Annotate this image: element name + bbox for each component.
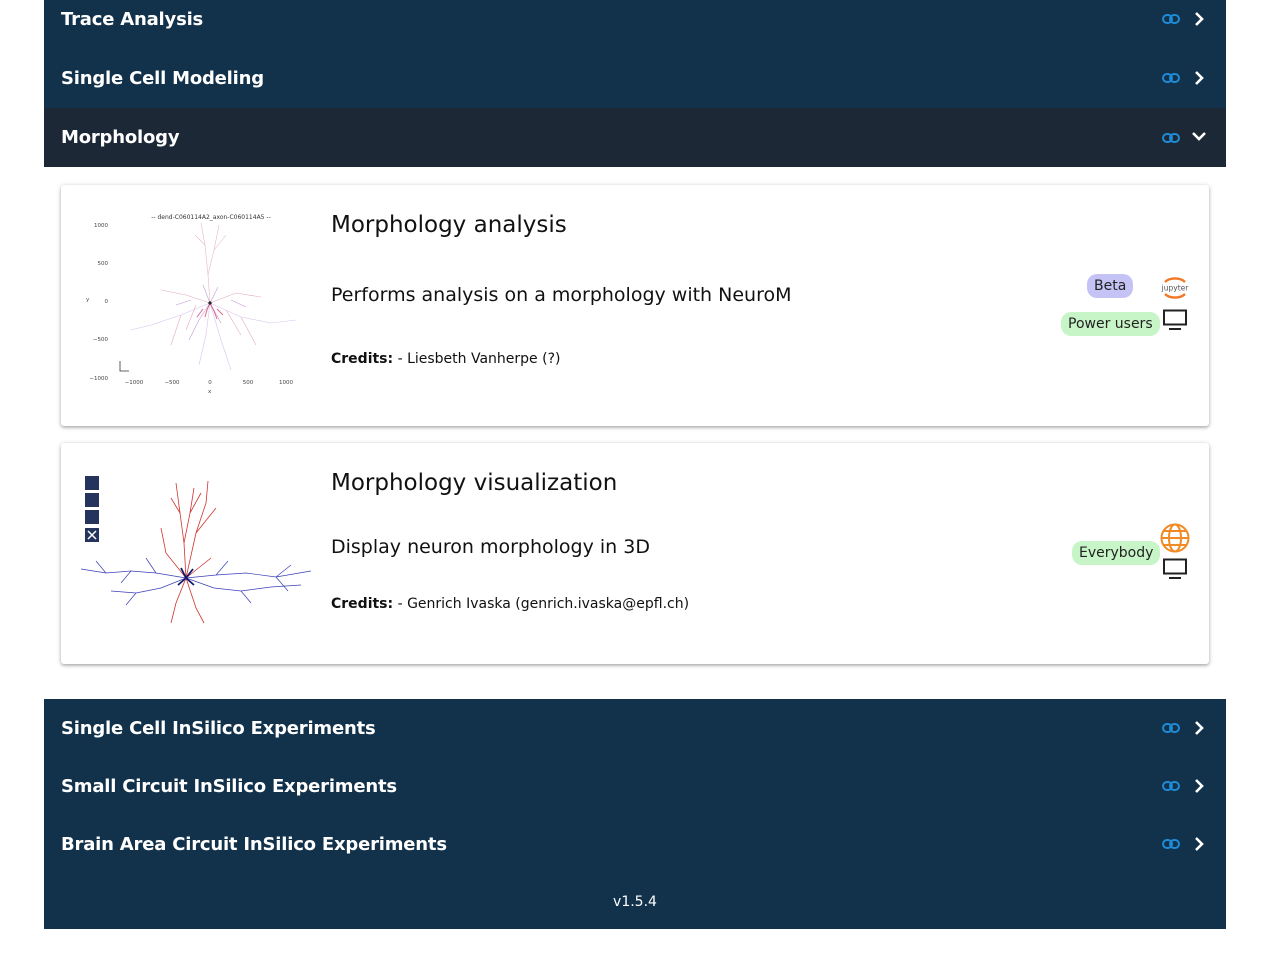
category-panel-top: Trace Analysis Single Cell Modeling Morp… [44,0,1226,167]
category-row-small-circuit-insilico[interactable]: Small Circuit InSilico Experiments [44,757,1226,815]
credits-value: - Genrich Ivaska (genrich.ivaska@epfl.ch… [393,596,690,612]
category-label: Trace Analysis [61,8,204,30]
scale-bar-icon [119,361,129,372]
x-tick-label: −500 [164,380,180,386]
link-icon[interactable] [1162,71,1180,85]
card-credits: Credits: - Genrich Ivaska (genrich.ivask… [331,596,689,612]
y-axis-label: y [86,297,90,303]
x-tick-label: 1000 [279,380,293,386]
view-button-icon [85,493,99,507]
credits-value: - Liesbeth Vanherpe (?) [393,351,561,367]
card-title: Morphology analysis [331,212,567,238]
neuron-axon-drawing [160,480,217,624]
chevron-right-icon[interactable] [1192,70,1206,86]
link-icon[interactable] [1162,779,1180,793]
x-tick-label: −1000 [125,380,144,386]
category-label: Morphology [61,127,180,148]
credits-label: Credits: [331,596,394,612]
chevron-right-icon[interactable] [1192,836,1206,852]
category-label: Small Circuit InSilico Experiments [61,775,397,797]
view-button-icon [85,510,99,524]
plot-title: -- dend-C060114A2_axon-C060114A5 -- [151,214,270,221]
card-description: Performs analysis on a morphology with N… [331,284,792,306]
link-icon[interactable] [1162,12,1180,26]
globe-icon [1160,523,1190,553]
badge-audience: Everybody [1072,541,1161,565]
y-tick-label: 0 [105,299,109,305]
category-row-trace-analysis[interactable]: Trace Analysis [44,0,1226,48]
neuron-dendrites-drawing [80,557,312,606]
card-description: Display neuron morphology in 3D [331,536,650,558]
y-tick-label: −500 [93,337,109,343]
badge-beta: Beta [1087,274,1134,298]
category-label: Single Cell InSilico Experiments [61,717,376,739]
category-label: Brain Area Circuit InSilico Experiments [61,833,447,855]
credits-label: Credits: [331,351,394,367]
monitor-icon [1163,309,1187,330]
card-credits: Credits: - Liesbeth Vanherpe (?) [331,351,560,367]
x-tick-label: 500 [243,380,254,386]
viewer-toolbar [85,476,99,542]
morphology-plot-thumbnail: -- dend-C060114A2_axon-C060114A5 -- 1000… [86,214,297,395]
link-icon[interactable] [1162,837,1180,851]
chevron-right-icon[interactable] [1192,720,1206,736]
link-icon[interactable] [1162,131,1180,145]
soma-marker [208,301,212,305]
jupyter-label: jupyter [1161,284,1190,293]
app-card-morphology-analysis[interactable]: -- dend-C060114A2_axon-C060114A5 -- 1000… [61,185,1209,426]
category-row-single-cell-modeling[interactable]: Single Cell Modeling [44,49,1226,107]
chevron-right-icon[interactable] [1192,11,1206,27]
category-panel-bottom: Single Cell InSilico Experiments Small C… [44,699,1226,929]
y-tick-label: −1000 [89,376,108,382]
x-axis-label: x [208,389,212,395]
monitor-icon [1163,558,1187,579]
morphology-3d-thumbnail [80,476,312,624]
view-button-icon [85,476,99,490]
x-tick-label: 0 [208,380,212,386]
chevron-right-icon[interactable] [1192,778,1206,794]
y-tick-label: 500 [98,261,109,267]
category-row-single-cell-insilico[interactable]: Single Cell InSilico Experiments [44,699,1226,757]
category-label: Single Cell Modeling [61,67,264,89]
category-row-brain-area-circuit-insilico[interactable]: Brain Area Circuit InSilico Experiments [44,815,1226,873]
category-row-morphology[interactable]: Morphology [44,108,1226,167]
card-title: Morphology visualization [331,470,618,496]
link-icon[interactable] [1162,721,1180,735]
badge-audience: Power users [1061,312,1160,336]
version-label: v1.5.4 [613,894,657,910]
y-tick-label: 1000 [94,223,108,229]
chevron-down-icon[interactable] [1192,128,1206,144]
neuron-dendrites-drawing [130,222,297,371]
jupyter-icon: jupyter [1161,277,1190,299]
app-card-morphology-visualization[interactable]: Morphology visualization Display neuron … [61,443,1209,664]
